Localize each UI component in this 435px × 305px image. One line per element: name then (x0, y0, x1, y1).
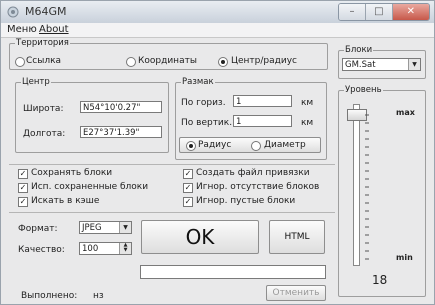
center-legend: Центр (22, 77, 50, 87)
chevron-down-icon[interactable]: ▼ (119, 222, 131, 233)
checkbox-search-cache-label: Искать в кэше (31, 196, 100, 206)
radio-coordinates[interactable] (126, 57, 136, 67)
quality-label: Качество: (18, 245, 65, 255)
level-min-label: min (396, 253, 413, 262)
checkbox-use-saved[interactable]: ✓ (18, 183, 28, 193)
checkbox-ignore-missing[interactable]: ✓ (183, 183, 193, 193)
longitude-label: Долгота: (23, 129, 66, 139)
html-button[interactable]: HTML (269, 220, 325, 254)
checkbox-save-blocks[interactable]: ✓ (18, 169, 28, 179)
close-icon[interactable]: ✕ (392, 4, 429, 20)
format-select[interactable]: JPEG ▼ (79, 221, 132, 234)
format-value: JPEG (82, 223, 102, 233)
checkbox-ignore-empty[interactable]: ✓ (183, 197, 193, 207)
title-bar: M64GM – □ ✕ (1, 1, 434, 24)
checkbox-ignore-empty-label: Игнор. пустые блоки (196, 196, 296, 206)
vertical-input[interactable]: 1 (233, 115, 292, 127)
ok-button[interactable]: OK (141, 220, 259, 254)
level-max-label: max (396, 108, 415, 117)
format-label: Формат: (18, 224, 58, 234)
checkbox-ignore-missing-label: Игнор. отсутствие блоков (196, 182, 320, 192)
blocks-value: GM.Sat (345, 60, 376, 70)
level-legend: Уровень (345, 85, 382, 95)
spinner-arrows-icon[interactable]: ▲ ▼ (119, 243, 131, 254)
maximize-icon[interactable]: □ (365, 4, 393, 20)
horizontal-label: По гориз. (181, 98, 226, 108)
longitude-input[interactable]: E27°37'1.39" (80, 126, 162, 138)
app-window: M64GM – □ ✕ Меню About Территория Ссылка… (0, 0, 435, 305)
quality-spinner[interactable]: 100 ▲ ▼ (79, 242, 132, 255)
progress-bar (140, 265, 326, 279)
divider-options-top (9, 164, 335, 165)
checkbox-create-binding-label: Создать файл привязки (196, 168, 310, 178)
level-slider-track[interactable] (353, 104, 360, 266)
radio-center-radius-label: Центр/радиус (231, 56, 297, 66)
checkbox-use-saved-label: Исп. сохраненные блоки (31, 182, 149, 192)
minimize-icon[interactable]: – (339, 4, 366, 20)
level-ticks (365, 114, 369, 260)
app-icon (7, 6, 19, 18)
window-controls: – □ ✕ (338, 3, 430, 21)
menu-bar: Меню About (1, 23, 434, 38)
status-label: Выполнено: (21, 291, 78, 301)
quality-value: 100 (82, 244, 99, 254)
menu-item-menu[interactable]: Меню (7, 24, 37, 35)
chevron-down-icon[interactable]: ▼ (408, 59, 420, 70)
radio-diameter-label: Диаметр (264, 140, 306, 150)
radio-radius-label: Радиус (198, 140, 232, 150)
horizontal-input[interactable]: 1 (233, 95, 292, 107)
status-value: нз (93, 291, 104, 301)
vertical-label: По вертик. (181, 118, 233, 128)
vertical-unit: км (301, 118, 314, 128)
center-group: Центр (15, 77, 169, 153)
size-legend: Размак (182, 77, 214, 87)
cancel-button[interactable]: Отменить (266, 285, 326, 301)
radio-coordinates-label: Координаты (138, 56, 197, 66)
blocks-select[interactable]: GM.Sat ▼ (342, 58, 421, 71)
blocks-legend: Блоки (345, 45, 373, 55)
radio-link[interactable] (15, 57, 25, 67)
divider-options-bottom (9, 212, 335, 213)
checkbox-create-binding[interactable]: ✓ (183, 169, 193, 179)
checkbox-search-cache[interactable]: ✓ (18, 197, 28, 207)
menu-item-about[interactable]: About (39, 24, 69, 35)
radio-center-radius[interactable] (218, 57, 228, 67)
territory-legend: Территория (16, 38, 69, 48)
radio-radius[interactable] (186, 141, 196, 151)
window-title: M64GM (25, 5, 67, 18)
horizontal-unit: км (301, 98, 314, 108)
latitude-label: Широта: (23, 104, 64, 114)
level-value: 18 (372, 273, 388, 287)
checkbox-save-blocks-label: Сохранять блоки (31, 168, 113, 178)
radio-diameter[interactable] (251, 141, 261, 151)
latitude-input[interactable]: N54°10'0.27" (80, 101, 162, 113)
radio-link-label: Ссылка (26, 56, 62, 66)
